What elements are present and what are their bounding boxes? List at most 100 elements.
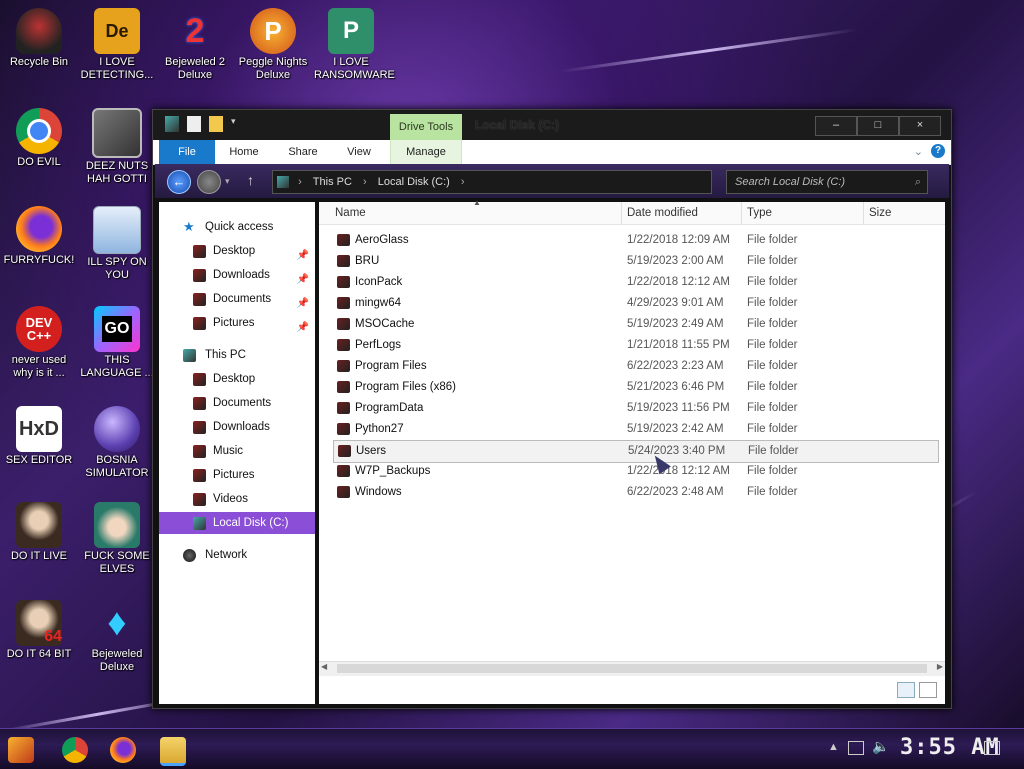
desktop-icon-label: Recycle Bin bbox=[9, 56, 69, 68]
nav-label: Pictures bbox=[213, 469, 255, 481]
file-row-hovered[interactable]: Users 5/24/2023 3:40 PM File folder bbox=[333, 440, 939, 463]
search-box[interactable]: Search Local Disk (C:) ⌕ bbox=[726, 170, 928, 194]
recent-locations-icon[interactable]: ▾ bbox=[225, 176, 230, 187]
up-arrow-icon[interactable]: ↑ bbox=[247, 172, 254, 188]
column-type[interactable]: Type bbox=[741, 202, 864, 224]
desktop-icon-bosnia[interactable]: BOSNIA SIMULATOR bbox=[80, 406, 154, 480]
nav-label: Quick access bbox=[205, 221, 274, 233]
column-size[interactable]: Size bbox=[863, 202, 939, 224]
details-view-icon[interactable] bbox=[897, 682, 915, 698]
chevron-down-icon[interactable]: ▾ bbox=[231, 116, 241, 132]
properties-icon[interactable] bbox=[187, 116, 201, 132]
desktop-icon-ransomware[interactable]: P I LOVE RANSOMWARE bbox=[314, 8, 395, 82]
breadcrumb-local-disk[interactable]: Local Disk (C:) bbox=[378, 176, 450, 188]
maximize-button[interactable]: □ bbox=[857, 116, 899, 136]
diamond-icon: ♦ bbox=[107, 601, 127, 644]
desktop-icon-detecting[interactable]: De I LOVE DETECTING... bbox=[80, 8, 154, 82]
desktop-icon-label: Peggle Nights Deluxe bbox=[238, 56, 308, 81]
nav-quick-pictures[interactable]: Pictures 📌 bbox=[159, 312, 315, 334]
downloads-folder-icon bbox=[193, 269, 206, 282]
nav-pc-local-disk[interactable]: Local Disk (C:) bbox=[159, 512, 315, 534]
nav-pc-downloads[interactable]: Downloads bbox=[159, 416, 315, 438]
desktop-icon-label: Bejeweled Deluxe bbox=[91, 648, 143, 673]
file-row[interactable]: AeroGlass 1/22/2018 12:09 AM File folder bbox=[333, 230, 937, 251]
pictures-folder-icon bbox=[193, 317, 206, 330]
start-button-icon[interactable] bbox=[8, 737, 34, 763]
nav-pc-pictures[interactable]: Pictures bbox=[159, 464, 315, 486]
title-bar[interactable]: ▾ Drive Tools Local Disk (C:) – □ × bbox=[153, 110, 951, 140]
desktop-icon-do-evil[interactable]: DO EVIL bbox=[2, 108, 76, 169]
folder-icon bbox=[338, 445, 351, 457]
desktop-icon-devcpp[interactable]: DEV C++ never used why is it ... bbox=[2, 306, 76, 380]
file-row[interactable]: Python27 5/19/2023 2:42 AM File folder bbox=[333, 419, 937, 440]
help-icon[interactable]: ? bbox=[931, 144, 945, 158]
file-row[interactable]: BRU 5/19/2023 2:00 AM File folder bbox=[333, 251, 937, 272]
address-field[interactable]: › This PC › Local Disk (C:) › bbox=[272, 170, 712, 194]
nav-label: Desktop bbox=[213, 245, 256, 257]
nav-this-pc[interactable]: This PC bbox=[159, 344, 315, 366]
tab-share[interactable]: Share bbox=[281, 140, 325, 164]
volume-icon[interactable]: 🔈 bbox=[872, 738, 889, 755]
nav-network[interactable]: Network bbox=[159, 544, 315, 566]
desktop-icon-peggle[interactable]: P Peggle Nights Deluxe bbox=[236, 8, 310, 82]
file-row[interactable]: MSOCache 5/19/2023 2:49 AM File folder bbox=[333, 314, 937, 335]
file-row[interactable]: IconPack 1/22/2018 12:12 AM File folder bbox=[333, 272, 937, 293]
tab-file[interactable]: File bbox=[159, 140, 215, 164]
tab-view[interactable]: View bbox=[339, 140, 379, 164]
pin-icon[interactable]: 📌 bbox=[297, 317, 309, 339]
nav-pc-videos[interactable]: Videos bbox=[159, 488, 315, 510]
new-folder-icon[interactable] bbox=[209, 116, 223, 132]
taskbar: ▲ 🔈 3:55 AM bbox=[0, 728, 1024, 769]
desktop-icon-do-it-live[interactable]: DO IT LIVE bbox=[2, 502, 76, 563]
desktop-icon-spy[interactable]: ILL SPY ON YOU bbox=[80, 206, 154, 282]
file-row[interactable]: ProgramData 5/19/2023 11:56 PM File folder bbox=[333, 398, 937, 419]
nav-quick-desktop[interactable]: Desktop 📌 bbox=[159, 240, 315, 262]
nav-quick-downloads[interactable]: Downloads 📌 bbox=[159, 264, 315, 286]
nav-quick-access[interactable]: ★ Quick access bbox=[159, 216, 315, 238]
file-row[interactable]: Windows 6/22/2023 2:48 AM File folder bbox=[333, 482, 937, 503]
network-tray-icon[interactable] bbox=[848, 741, 864, 755]
tab-home[interactable]: Home bbox=[223, 140, 265, 164]
desktop-icon-bejeweled[interactable]: ♦ Bejeweled Deluxe bbox=[80, 600, 154, 674]
taskbar-chrome-icon[interactable] bbox=[62, 737, 88, 763]
nav-quick-documents[interactable]: Documents 📌 bbox=[159, 288, 315, 310]
desktop-icon-deez-nuts[interactable]: DEEZ NUTS HAH GOTTI bbox=[80, 108, 154, 186]
desktop-icon-hxd[interactable]: HxD SEX EDITOR bbox=[2, 406, 76, 467]
scroll-right-icon[interactable]: ▶ bbox=[937, 662, 943, 671]
nav-pc-documents[interactable]: Documents bbox=[159, 392, 315, 414]
large-icons-view-icon[interactable] bbox=[919, 682, 937, 698]
nav-pc-music[interactable]: Music bbox=[159, 440, 315, 462]
expand-ribbon-icon[interactable]: ⌄ bbox=[914, 145, 923, 158]
desktop-icon-goland[interactable]: GO THIS LANGUAGE ... bbox=[80, 306, 154, 380]
desktop-icon-label: DO IT 64 BIT bbox=[6, 648, 72, 660]
desktop-icon-do-it-64[interactable]: 64 DO IT 64 BIT bbox=[2, 600, 76, 661]
close-button[interactable]: × bbox=[899, 116, 941, 136]
scroll-thumb[interactable] bbox=[337, 664, 927, 673]
file-row[interactable]: PerfLogs 1/21/2018 11:55 PM File folder bbox=[333, 335, 937, 356]
desktop-icon-bejeweled-2[interactable]: 2 Bejeweled 2 Deluxe bbox=[158, 8, 232, 82]
horizontal-scrollbar[interactable]: ◀ ▶ bbox=[319, 661, 945, 676]
file-row[interactable]: mingw64 4/29/2023 9:01 AM File folder bbox=[333, 293, 937, 314]
explorer-icon[interactable] bbox=[165, 116, 179, 132]
show-hidden-icons-icon[interactable]: ▲ bbox=[828, 741, 839, 753]
breadcrumb-this-pc[interactable]: This PC bbox=[313, 176, 352, 188]
taskbar-file-explorer-icon[interactable] bbox=[160, 737, 186, 766]
file-row[interactable]: W7P_Backups 1/22/2018 12:12 AM File folder bbox=[333, 461, 937, 482]
back-button[interactable]: ← bbox=[167, 170, 191, 194]
column-date-modified[interactable]: Date modified bbox=[621, 202, 742, 224]
minimize-button[interactable]: – bbox=[815, 116, 857, 136]
file-row[interactable]: Program Files (x86) 5/21/2023 6:46 PM File… bbox=[333, 377, 937, 398]
taskbar-firefox-icon[interactable] bbox=[110, 737, 136, 763]
file-row[interactable]: Program Files 6/22/2023 2:23 AM File folde… bbox=[333, 356, 937, 377]
desktop-icon-label: ILL SPY ON YOU bbox=[87, 256, 147, 281]
scroll-left-icon[interactable]: ◀ bbox=[321, 662, 327, 671]
file-name: AeroGlass bbox=[355, 234, 409, 246]
notification-center-icon[interactable] bbox=[984, 741, 1000, 755]
desktop-icon-elves[interactable]: FUCK SOME ELVES bbox=[80, 502, 154, 576]
forward-button[interactable] bbox=[197, 170, 221, 194]
desktop-icon-firefox[interactable]: FURRYFUCK! bbox=[2, 206, 76, 267]
desktop-icon-recycle-bin[interactable]: Recycle Bin bbox=[2, 8, 76, 69]
tab-manage[interactable]: Manage bbox=[390, 140, 462, 164]
search-icon: ⌕ bbox=[914, 176, 921, 188]
nav-pc-desktop[interactable]: Desktop bbox=[159, 368, 315, 390]
